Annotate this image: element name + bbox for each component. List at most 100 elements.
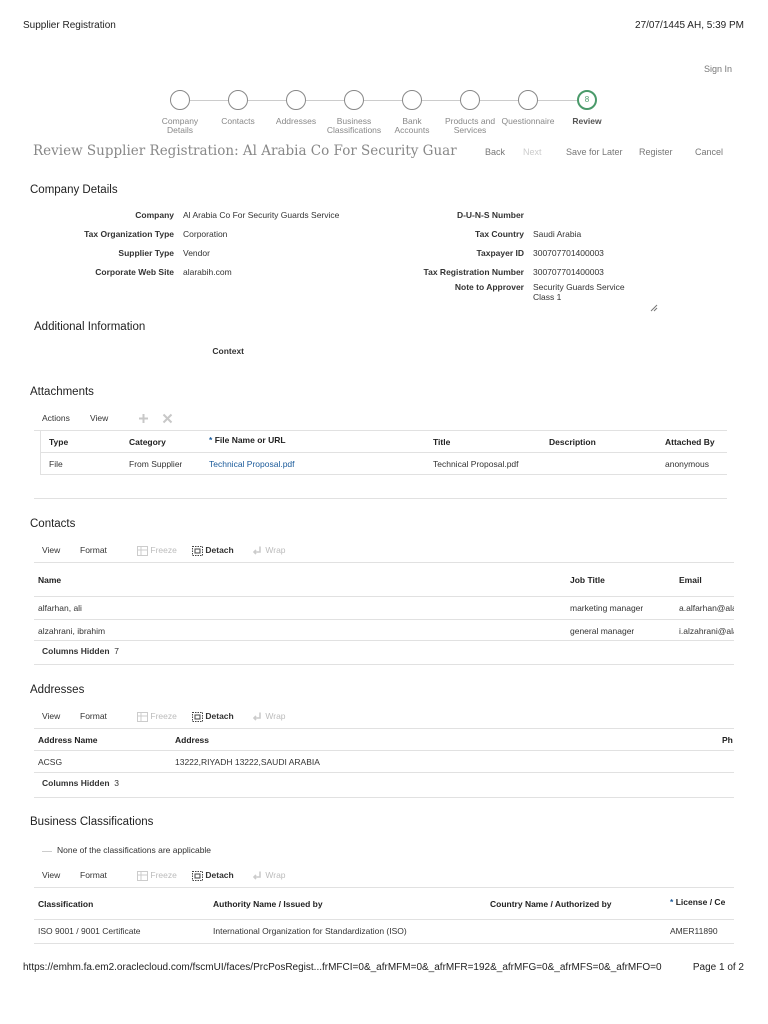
- save-for-later-button[interactable]: Save for Later: [566, 147, 623, 157]
- train-step-addresses[interactable]: Addresses: [266, 90, 326, 126]
- addresses-view-menu[interactable]: View: [42, 711, 60, 721]
- col-header-email: Email: [679, 575, 702, 585]
- col-header-file: * File Name or URL: [209, 435, 286, 445]
- company-label: Company: [135, 210, 174, 220]
- addresses-freeze-button[interactable]: Freeze: [137, 711, 177, 722]
- attachment-attached-by: anonymous: [665, 459, 709, 469]
- business-classifications-heading: Business Classifications: [30, 816, 154, 828]
- supplier-type-label: Supplier Type: [118, 248, 174, 258]
- print-header-datetime: 27/07/1445 AH, 5:39 PM: [635, 20, 744, 31]
- train-step-circle: [170, 90, 190, 110]
- tax-org-type-value: Corporation: [183, 229, 228, 239]
- company-value: Al Arabia Co For Security Guards Service: [183, 210, 340, 220]
- col-header-attached-by: Attached By: [665, 437, 715, 447]
- train-step-questionnaire[interactable]: Questionnaire: [498, 90, 558, 126]
- note-to-approver-textarea[interactable]: Security Guards Service Class 1: [533, 282, 658, 312]
- delete-icon[interactable]: [162, 413, 173, 424]
- detach-icon: [192, 545, 203, 556]
- freeze-icon: [137, 870, 148, 881]
- classification-value: ISO 9001 / 9001 Certificate: [38, 926, 141, 936]
- addresses-format-menu[interactable]: Format: [80, 711, 107, 721]
- resize-grip-icon[interactable]: [650, 304, 658, 312]
- contact-name: alfarhan, ali: [38, 603, 82, 613]
- classifications-freeze-button[interactable]: Freeze: [137, 870, 177, 881]
- col-header-address-name: Address Name: [38, 735, 98, 745]
- wrap-icon: [252, 546, 261, 555]
- attachment-file-link[interactable]: Technical Proposal.pdf: [209, 459, 295, 469]
- col-header-description: Description: [549, 437, 596, 447]
- col-header-address: Address: [175, 735, 210, 745]
- corporate-website-label: Corporate Web Site: [95, 267, 174, 277]
- license-value: AMER11890: [670, 926, 718, 936]
- train-step-circle: [286, 90, 306, 110]
- attachment-title: Technical Proposal.pdf: [433, 459, 519, 469]
- classifications-view-menu[interactable]: View: [42, 870, 60, 880]
- print-header-title: Supplier Registration: [23, 20, 116, 31]
- authority-value: International Organization for Standardi…: [213, 926, 407, 936]
- train-step-circle: [402, 90, 422, 110]
- none-applicable-checkbox[interactable]: [42, 851, 52, 852]
- train-step-products-services[interactable]: Products and Services: [440, 90, 500, 135]
- register-button[interactable]: Register: [639, 147, 673, 157]
- taxpayer-id-label: Taxpayer ID: [476, 248, 524, 258]
- cancel-button[interactable]: Cancel: [695, 147, 723, 157]
- col-header-category: Category: [129, 437, 166, 447]
- contacts-wrap-button[interactable]: Wrap: [252, 545, 286, 556]
- context-label: Context: [212, 346, 244, 356]
- addresses-columns-hidden: Columns Hidden 3: [42, 778, 119, 788]
- attachments-actions-menu[interactable]: Actions: [42, 413, 70, 423]
- train-step-bank-accounts[interactable]: Bank Accounts: [382, 90, 442, 135]
- col-header-job-title: Job Title: [570, 575, 605, 585]
- attachments-heading: Attachments: [30, 386, 94, 398]
- contacts-columns-hidden: Columns Hidden 7: [42, 646, 119, 656]
- contacts-detach-button[interactable]: Detach: [192, 545, 234, 556]
- next-button[interactable]: Next: [523, 147, 542, 157]
- attachment-type: File: [49, 459, 63, 469]
- classifications-format-menu[interactable]: Format: [80, 870, 107, 880]
- contact-email: i.alzahrani@ala: [679, 626, 734, 636]
- contact-job-title: marketing manager: [570, 603, 644, 613]
- tax-country-label: Tax Country: [475, 229, 524, 239]
- classifications-detach-button[interactable]: Detach: [192, 870, 234, 881]
- contacts-heading: Contacts: [30, 518, 76, 530]
- contact-name: alzahrani, ibrahim: [38, 626, 106, 636]
- supplier-type-value: Vendor: [183, 248, 210, 258]
- col-header-name: Name: [38, 575, 62, 585]
- contacts-format-menu[interactable]: Format: [80, 545, 107, 555]
- taxpayer-id-value: 300707701400003: [533, 248, 604, 258]
- detach-icon: [192, 870, 203, 881]
- train-step-review[interactable]: 8 Review: [557, 90, 617, 126]
- train-step-contacts[interactable]: Contacts: [208, 90, 268, 126]
- classifications-wrap-button[interactable]: Wrap: [252, 870, 286, 881]
- train-step-current-circle: 8: [577, 90, 597, 110]
- signin-link[interactable]: Sign In: [704, 64, 732, 74]
- address-value: 13222,RIYADH 13222,SAUDI ARABIA: [175, 757, 320, 767]
- col-header-authority: Authority Name / Issued by: [213, 899, 323, 909]
- col-header-type: Type: [49, 437, 69, 447]
- duns-label: D-U-N-S Number: [456, 210, 524, 220]
- tax-org-type-label: Tax Organization Type: [84, 229, 174, 239]
- addresses-wrap-button[interactable]: Wrap: [252, 711, 286, 722]
- train-step-circle: [460, 90, 480, 110]
- contact-email: a.alfarhan@ala: [679, 603, 734, 613]
- tax-registration-label: Tax Registration Number: [423, 267, 524, 277]
- tax-registration-value: 300707701400003: [533, 267, 604, 277]
- train-step-circle: [344, 90, 364, 110]
- contacts-freeze-button[interactable]: Freeze: [137, 545, 177, 556]
- detach-icon: [192, 711, 203, 722]
- attachment-category: From Supplier: [129, 459, 183, 469]
- contacts-view-menu[interactable]: View: [42, 545, 60, 555]
- tax-country-value: Saudi Arabia: [533, 229, 582, 239]
- back-button[interactable]: Back: [485, 147, 505, 157]
- train-step-company-details[interactable]: Company Details: [150, 90, 210, 135]
- col-header-title: Title: [433, 437, 451, 447]
- col-header-country: Country Name / Authorized by: [490, 899, 612, 909]
- address-name: ACSG: [38, 757, 63, 767]
- addresses-detach-button[interactable]: Detach: [192, 711, 234, 722]
- train-step-business-classifications[interactable]: Business Classifications: [324, 90, 384, 135]
- add-icon[interactable]: [138, 413, 149, 424]
- train-step-circle: [228, 90, 248, 110]
- attachments-view-menu[interactable]: View: [90, 413, 108, 423]
- contact-job-title: general manager: [570, 626, 635, 636]
- col-header-license: * License / Ce: [670, 897, 726, 907]
